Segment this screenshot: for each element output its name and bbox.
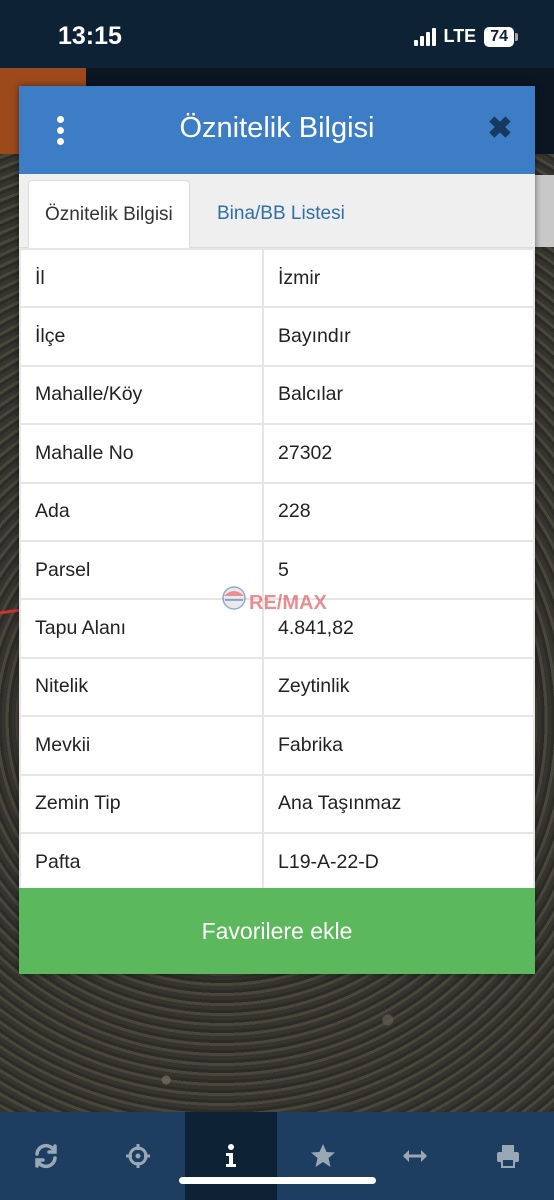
refresh-button[interactable] (0, 1112, 92, 1200)
attribute-value: Zeytinlik (262, 656, 535, 718)
attribute-table: İl İzmir İlçe Bayındır Mahalle/Köy Balcılar Ma… (19, 247, 535, 893)
attribute-key: Mevkii (19, 715, 264, 776)
tab-attribute-info[interactable]: Öznitelik Bilgisi (28, 180, 190, 248)
info-button[interactable] (184, 1112, 277, 1200)
signal-icon (413, 27, 436, 46)
table-row: Mahalle No 27302 (19, 423, 535, 484)
tab-building-list[interactable]: Bina/BB Listesi (201, 180, 361, 248)
table-row: Parsel 5 (19, 539, 535, 601)
print-icon (496, 1145, 519, 1168)
network-type: LTE (443, 26, 477, 46)
table-row: İlçe Bayındır (19, 306, 535, 367)
favorites-button[interactable] (277, 1112, 369, 1200)
dialog-tabs: Öznitelik Bilgisi Bina/BB Listesi (19, 174, 535, 248)
add-to-favorites-button[interactable]: Favorilere ekle (19, 888, 535, 974)
status-bar: 13:15 LTE 74 (0, 0, 554, 68)
attribute-value: Balcılar (262, 364, 535, 426)
refresh-icon (35, 1143, 57, 1169)
side-scroll-handle[interactable] (535, 175, 554, 247)
table-row: Ada 228 (19, 481, 535, 542)
table-row: Nitelik Zeytinlik (19, 656, 535, 718)
attribute-key: İlçe (19, 306, 264, 367)
attribute-key: Tapu Alanı (19, 598, 264, 659)
star-icon (311, 1144, 336, 1167)
dialog-title: Öznitelik Bilgisi (179, 112, 375, 144)
attribute-value: 228 (262, 481, 535, 542)
attribute-key: Ada (19, 481, 264, 542)
table-row: Mahalle/Köy Balcılar (19, 364, 535, 426)
attribute-value: L19-A-22-D (262, 831, 535, 893)
measure-icon (403, 1150, 428, 1162)
print-button[interactable] (462, 1112, 554, 1200)
battery-icon: 74 (484, 26, 518, 47)
dialog-header: Öznitelik Bilgisi ✖ (19, 86, 535, 174)
attribute-key: Nitelik (19, 656, 264, 718)
attribute-key: Mahalle/Köy (19, 364, 264, 426)
table-row: Mevkii Fabrika (19, 715, 535, 776)
attribute-info-dialog: Öznitelik Bilgisi ✖ Öznitelik Bilgisi Bi… (19, 86, 535, 974)
status-time: 13:15 (58, 22, 122, 50)
attribute-value: Bayındır (262, 306, 535, 367)
crosshair-icon (126, 1144, 151, 1168)
close-icon[interactable]: ✖ (487, 114, 513, 144)
bottom-toolbar (0, 1112, 554, 1200)
attribute-key: Parsel (19, 539, 264, 601)
attribute-value: Fabrika (262, 715, 535, 776)
attribute-value: 4.841,82 (262, 598, 535, 659)
table-row: Tapu Alanı 4.841,82 (19, 598, 535, 659)
attribute-value: İzmir (262, 247, 535, 309)
status-indicators: LTE 74 (413, 26, 518, 47)
attribute-key: Zemin Tip (19, 773, 264, 834)
attribute-value: 27302 (262, 423, 535, 484)
measure-button[interactable] (369, 1112, 461, 1200)
info-icon (225, 1144, 236, 1167)
table-row: Zemin Tip Ana Taşınmaz (19, 773, 535, 834)
locate-button[interactable] (92, 1112, 184, 1200)
table-row: Pafta L19-A-22-D (19, 831, 535, 893)
attribute-key: Pafta (19, 831, 264, 893)
attribute-value: Ana Taşınmaz (262, 773, 535, 834)
table-row: İl İzmir (19, 247, 535, 309)
home-indicator[interactable] (179, 1177, 376, 1184)
attribute-key: Mahalle No (19, 423, 264, 484)
attribute-key: İl (19, 247, 264, 309)
attribute-value: 5 (262, 539, 535, 601)
